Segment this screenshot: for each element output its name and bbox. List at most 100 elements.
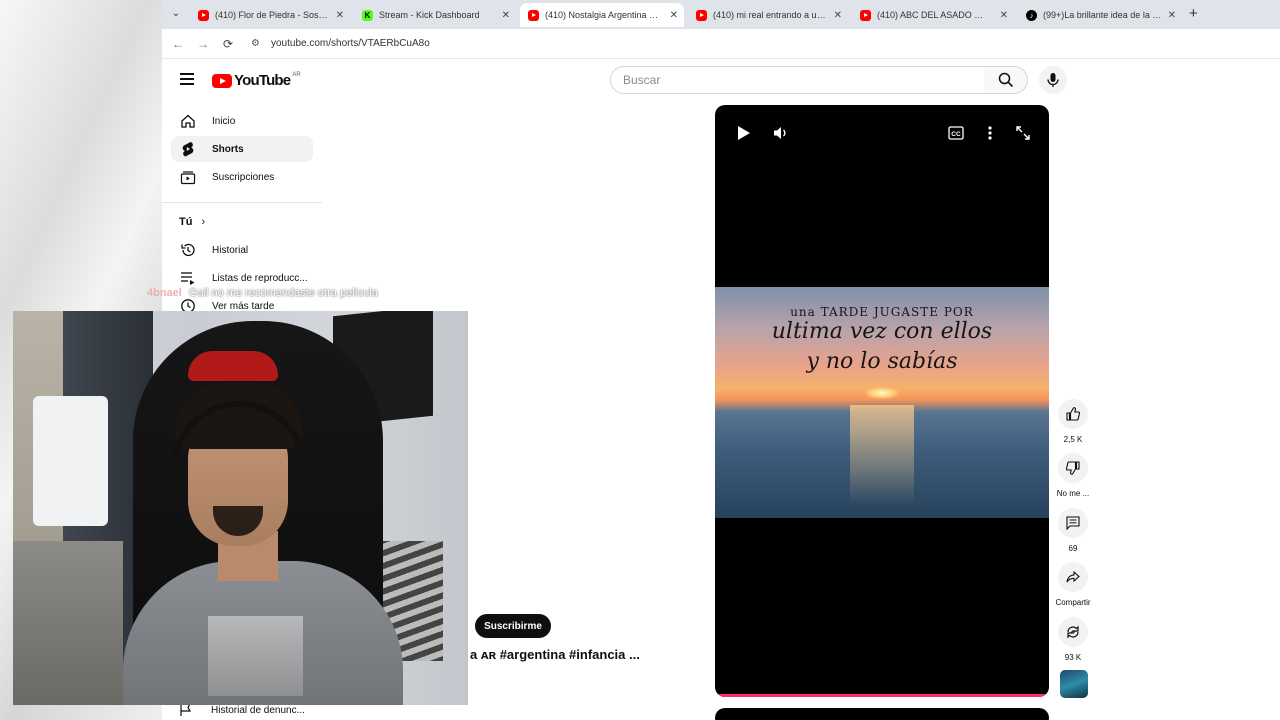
tab-tiktok[interactable]: ♪ (99+)La brillante idea de la Inte ✕ <box>1018 3 1182 27</box>
forward-button[interactable]: → <box>195 36 211 52</box>
volume-icon <box>774 127 786 139</box>
short-title: a ᴀʀ #argentina #infancia ... <box>470 647 640 662</box>
tab-bar: ⌄ (410) Flor de Piedra - Sos Botón ✕ K S… <box>162 0 1280 29</box>
sidebar-item-label: Listas de reproducc... <box>212 272 308 284</box>
sidebar-divider <box>162 202 322 203</box>
play-icon <box>738 126 750 140</box>
url-field[interactable]: youtube.com/shorts/VTAERbCuA8o <box>271 38 430 49</box>
webcam-chair-accent <box>188 351 278 381</box>
close-icon[interactable]: ✕ <box>1000 10 1008 21</box>
remix-button[interactable] <box>1058 617 1088 647</box>
close-icon[interactable]: ✕ <box>834 10 842 21</box>
tab-title: (410) Flor de Piedra - Sos Botón <box>215 10 330 20</box>
tab-title: (410) mi real entrando a una tie <box>713 10 828 20</box>
fullscreen-button[interactable] <box>1014 124 1032 142</box>
kick-icon: K <box>362 9 373 21</box>
remix-icon <box>1067 625 1079 639</box>
webcam-shirt-print <box>208 616 303 696</box>
video-frame-sunset: una TARDE JUGASTE POR ultima vez con ell… <box>715 287 1049 518</box>
youtube-logo[interactable]: YouTube AR <box>212 72 301 89</box>
sidebar-item-label: Inicio <box>212 115 236 127</box>
more-vertical-icon <box>988 126 992 140</box>
search-icon <box>998 72 1013 88</box>
back-button[interactable]: ← <box>170 36 186 52</box>
comments-action[interactable]: 69 <box>1058 508 1088 553</box>
voice-search-button[interactable] <box>1039 66 1067 94</box>
sidebar-item-shorts[interactable]: Shorts <box>171 136 313 162</box>
captions-button[interactable]: CC <box>947 124 965 142</box>
tab-nostalgia-argentina[interactable]: (410) Nostalgia Argentina 🇦🇷 #a ✕ <box>520 3 684 27</box>
close-icon[interactable]: ✕ <box>1168 10 1176 21</box>
home-icon <box>179 112 197 130</box>
shorts-player[interactable]: CC una TARDE JUGASTE POR ultima vez con … <box>715 105 1049 697</box>
tab-abc-del-asado[interactable]: (410) ABC DEL ASADO 🇦🇷🥩 #a ✕ <box>852 3 1014 27</box>
search-input[interactable] <box>610 66 986 94</box>
tab-flor-de-piedra[interactable]: (410) Flor de Piedra - Sos Botón ✕ <box>190 3 350 27</box>
address-bar: ← → ⟳ ⚙ youtube.com/shorts/VTAERbCuA8o <box>162 29 1280 59</box>
you-label: Tú <box>179 216 193 228</box>
youtube-icon <box>860 9 871 21</box>
subscriptions-icon <box>179 168 197 186</box>
volume-button[interactable] <box>772 124 790 142</box>
comments-button[interactable] <box>1058 508 1088 538</box>
play-button[interactable] <box>735 124 753 142</box>
captions-icon: CC <box>948 126 964 140</box>
share-label: Compartir <box>1055 598 1091 607</box>
overlay-text-line1: una TARDE JUGASTE POR <box>790 305 974 319</box>
close-icon[interactable]: ✕ <box>502 10 510 21</box>
svg-text:CC: CC <box>951 131 961 138</box>
sun-reflection <box>850 405 914 505</box>
sidebar-item-report-history[interactable]: Historial de denunc... <box>179 703 305 717</box>
progress-bar[interactable] <box>715 694 1049 697</box>
webcam-air-conditioner <box>33 396 108 526</box>
next-short-preview[interactable] <box>715 708 1049 720</box>
search-button[interactable] <box>984 66 1028 94</box>
playlist-icon <box>179 269 197 287</box>
webcam-overlay <box>13 311 468 705</box>
youtube-icon <box>528 9 539 21</box>
fullscreen-icon <box>1016 126 1030 140</box>
share-icon <box>1066 571 1080 583</box>
close-icon[interactable]: ✕ <box>670 10 678 21</box>
dislike-action[interactable]: No me ... <box>1056 453 1090 498</box>
history-icon <box>179 241 197 259</box>
microphone-icon <box>1047 73 1059 87</box>
youtube-play-icon <box>212 73 232 88</box>
site-settings-icon[interactable]: ⚙ <box>251 38 260 49</box>
dislike-button[interactable] <box>1058 453 1088 483</box>
thumbs-down-icon <box>1066 461 1080 475</box>
subscribe-button[interactable]: Suscribirme <box>475 614 551 638</box>
sidebar-item-inicio[interactable]: Inicio <box>171 108 313 134</box>
audio-thumbnail[interactable] <box>1060 670 1088 698</box>
tab-kick-dashboard[interactable]: K Stream - Kick Dashboard ✕ <box>354 3 516 27</box>
tab-mi-real[interactable]: (410) mi real entrando a una tie ✕ <box>688 3 848 27</box>
webcam-sofa <box>13 541 123 705</box>
overlay-text-line3: y no lo sabías <box>806 349 958 374</box>
like-action[interactable]: 2,5 K <box>1058 399 1088 444</box>
share-button[interactable] <box>1058 562 1088 592</box>
dislike-label: No me ... <box>1056 489 1090 498</box>
reload-button[interactable]: ⟳ <box>220 36 236 52</box>
remix-count: 93 K <box>1064 653 1082 662</box>
chat-message: Gail no me recomendaste otra película <box>188 287 378 299</box>
sidebar-item-suscripciones[interactable]: Suscripciones <box>171 164 313 190</box>
sidebar-item-historial[interactable]: Historial <box>171 237 313 263</box>
menu-button[interactable] <box>180 73 194 85</box>
logo-text: YouTube <box>234 72 291 89</box>
chevron-right-icon: › <box>201 216 206 228</box>
region-code: AR <box>292 71 301 78</box>
like-count: 2,5 K <box>1063 435 1083 444</box>
new-tab-button[interactable]: + <box>1189 5 1198 22</box>
like-button[interactable] <box>1058 399 1088 429</box>
close-icon[interactable]: ✕ <box>336 10 344 21</box>
remix-action[interactable]: 93 K <box>1058 617 1088 662</box>
sidebar-item-label: Ver más tarde <box>212 300 275 312</box>
tab-search-button[interactable]: ⌄ <box>166 5 186 23</box>
sidebar-you-header[interactable]: Tú › <box>179 216 205 228</box>
chat-username: 4bnael <box>147 287 182 299</box>
comment-count: 69 <box>1068 544 1078 553</box>
sun-glow <box>865 387 899 399</box>
more-options-button[interactable] <box>981 124 999 142</box>
tab-title: (99+)La brillante idea de la Inte <box>1043 10 1162 20</box>
share-action[interactable]: Compartir <box>1054 562 1092 607</box>
